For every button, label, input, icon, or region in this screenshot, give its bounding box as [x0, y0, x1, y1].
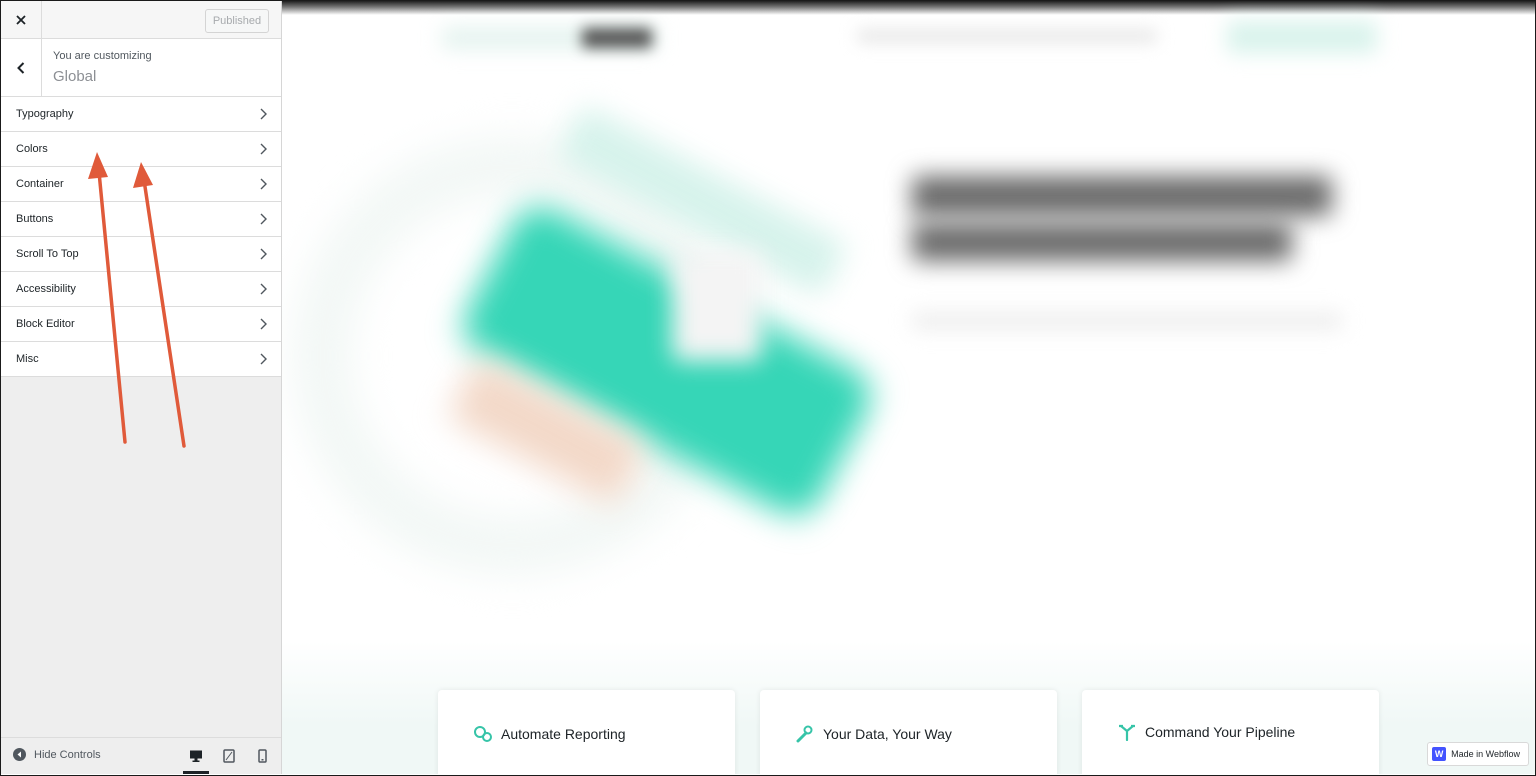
menu-item-label: Colors [16, 143, 48, 155]
menu-item-label: Block Editor [16, 318, 75, 330]
feature-card-command-pipeline[interactable]: Command Your Pipeline [1082, 690, 1379, 774]
mobile-icon [258, 749, 267, 763]
feature-card-title: Your Data, Your Way [823, 726, 952, 742]
chevron-right-icon [260, 353, 267, 365]
chevron-right-icon [260, 248, 267, 260]
menu-item-label: Typography [16, 108, 74, 120]
menu-item-misc[interactable]: Misc [1, 342, 281, 377]
close-icon [16, 14, 26, 25]
site-preview: Automate Reporting Your Data, Your Way C… [282, 1, 1535, 774]
menu-item-container[interactable]: Container [1, 167, 281, 202]
customizer-sidebar: Published You are customizing Global Typ… [1, 1, 282, 774]
feature-card-your-data[interactable]: Your Data, Your Way [760, 690, 1057, 774]
blurred-hero-heading-2 [912, 223, 1292, 261]
menu-item-accessibility[interactable]: Accessibility [1, 272, 281, 307]
customizer-footer: Hide Controls [1, 737, 281, 774]
tablet-icon [223, 749, 235, 763]
chevron-right-icon [260, 318, 267, 330]
feature-card-automate-reporting[interactable]: Automate Reporting [438, 690, 735, 774]
customizing-label: You are customizing [53, 50, 152, 62]
collapse-icon [13, 748, 26, 761]
menu-item-label: Scroll To Top [16, 248, 79, 260]
chevron-right-icon [260, 213, 267, 225]
mobile-preview-button[interactable] [251, 746, 273, 766]
menu-item-label: Container [16, 178, 64, 190]
hide-controls-label: Hide Controls [34, 748, 101, 761]
blurred-cta [1227, 21, 1377, 53]
published-button[interactable]: Published [205, 9, 269, 33]
chevron-right-icon [260, 283, 267, 295]
menu-item-block-editor[interactable]: Block Editor [1, 307, 281, 342]
menu-item-buttons[interactable]: Buttons [1, 202, 281, 237]
menu-item-label: Buttons [16, 213, 54, 225]
section-header: You are customizing Global [1, 39, 281, 97]
blurred-hero-text [912, 313, 1342, 329]
menu-item-scroll-to-top[interactable]: Scroll To Top [1, 237, 281, 272]
menu-item-label: Misc [16, 353, 39, 365]
blurred-hero-heading [912, 176, 1332, 216]
blurred-hero-window [672, 251, 762, 361]
wrench-icon [796, 725, 813, 743]
menu-item-typography[interactable]: Typography [1, 97, 281, 132]
feature-card-title: Command Your Pipeline [1145, 724, 1296, 740]
tablet-preview-button[interactable] [218, 746, 240, 766]
back-button[interactable] [1, 39, 42, 96]
chevron-right-icon [260, 178, 267, 190]
chevron-right-icon [260, 143, 267, 155]
section-title: Global [53, 68, 97, 85]
blurred-logo-mark [582, 28, 652, 48]
feature-card-title: Automate Reporting [501, 726, 626, 742]
menu-item-label: Accessibility [16, 283, 76, 295]
preview-top-shadow [282, 1, 1535, 15]
desktop-preview-button[interactable] [183, 746, 209, 774]
webflow-badge[interactable]: W Made in Webflow [1427, 742, 1529, 766]
hide-controls-button[interactable]: Hide Controls [13, 748, 101, 761]
desktop-icon [190, 750, 202, 762]
branch-icon [1119, 724, 1135, 741]
customizer-header: Published [1, 1, 281, 39]
webflow-icon: W [1432, 747, 1447, 761]
customizer-menu: Typography Colors Container Buttons Scro… [1, 97, 281, 377]
gears-icon [474, 726, 492, 742]
menu-item-colors[interactable]: Colors [1, 132, 281, 167]
chevron-left-icon [17, 61, 25, 74]
close-button[interactable] [1, 1, 42, 38]
webflow-badge-label: Made in Webflow [1451, 749, 1520, 759]
blurred-nav [857, 29, 1157, 43]
chevron-right-icon [260, 108, 267, 120]
